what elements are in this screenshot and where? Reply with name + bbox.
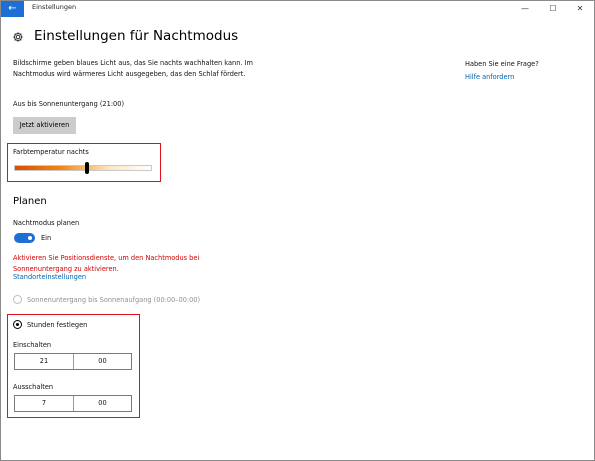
close-button[interactable]: ✕: [566, 1, 594, 17]
turn-on-label: Einschalten: [13, 341, 52, 349]
back-button[interactable]: ←: [1, 1, 24, 17]
turn-on-time-picker[interactable]: 21 00: [14, 353, 132, 370]
turn-on-minute[interactable]: 00: [72, 354, 131, 369]
radio-sunset-sunrise-label: Sonnenuntergang bis Sonnenaufgang (00:00…: [27, 296, 201, 304]
turn-off-hour[interactable]: 7: [15, 396, 73, 411]
radio-set-hours-label: Stunden festlegen: [27, 321, 88, 329]
toggle-knob: [28, 236, 32, 240]
gear-icon: [13, 32, 23, 42]
color-temperature-label: Farbtemperatur nachts: [13, 148, 89, 156]
toggle-state-label: Ein: [41, 234, 52, 242]
title-bar: ← Einstellungen — ☐ ✕: [1, 1, 594, 17]
maximize-button[interactable]: ☐: [539, 1, 567, 17]
color-temperature-slider[interactable]: [14, 165, 152, 171]
page-title: Einstellungen für Nachtmodus: [34, 28, 239, 44]
slider-thumb[interactable]: [85, 162, 90, 174]
location-settings-link[interactable]: Standorteinstellungen: [13, 273, 86, 281]
minimize-button[interactable]: —: [511, 1, 539, 17]
turn-off-time-picker[interactable]: 7 00: [14, 395, 132, 412]
back-arrow-icon: ←: [8, 3, 17, 14]
radio-sunset-sunrise[interactable]: [13, 295, 22, 304]
radio-set-hours[interactable]: [13, 320, 22, 329]
app-title: Einstellungen: [32, 3, 77, 11]
help-question: Haben Sie eine Frage?: [465, 60, 539, 68]
maximize-icon: ☐: [549, 4, 557, 13]
description-text: Bildschirme geben blaues Licht aus, das …: [13, 59, 253, 78]
schedule-section-title: Planen: [13, 196, 47, 207]
turn-on-hour[interactable]: 21: [15, 354, 73, 369]
schedule-label: Nachtmodus planen: [13, 219, 80, 227]
schedule-toggle[interactable]: [14, 233, 35, 243]
settings-window: ← Einstellungen — ☐ ✕ Einstellungen für …: [0, 0, 595, 461]
close-icon: ✕: [576, 4, 584, 13]
turn-off-label: Ausschalten: [13, 383, 54, 391]
get-help-link[interactable]: Hilfe anfordern: [465, 73, 514, 81]
status-text: Aus bis Sonnenuntergang (21:00): [13, 100, 125, 108]
minimize-icon: —: [521, 4, 529, 13]
radio-selected-dot: [16, 323, 19, 326]
turn-off-minute[interactable]: 00: [72, 396, 131, 411]
location-warning: Aktivieren Sie Positionsdienste, um den …: [13, 254, 200, 273]
activate-now-button[interactable]: Jetzt aktivieren: [13, 117, 76, 134]
